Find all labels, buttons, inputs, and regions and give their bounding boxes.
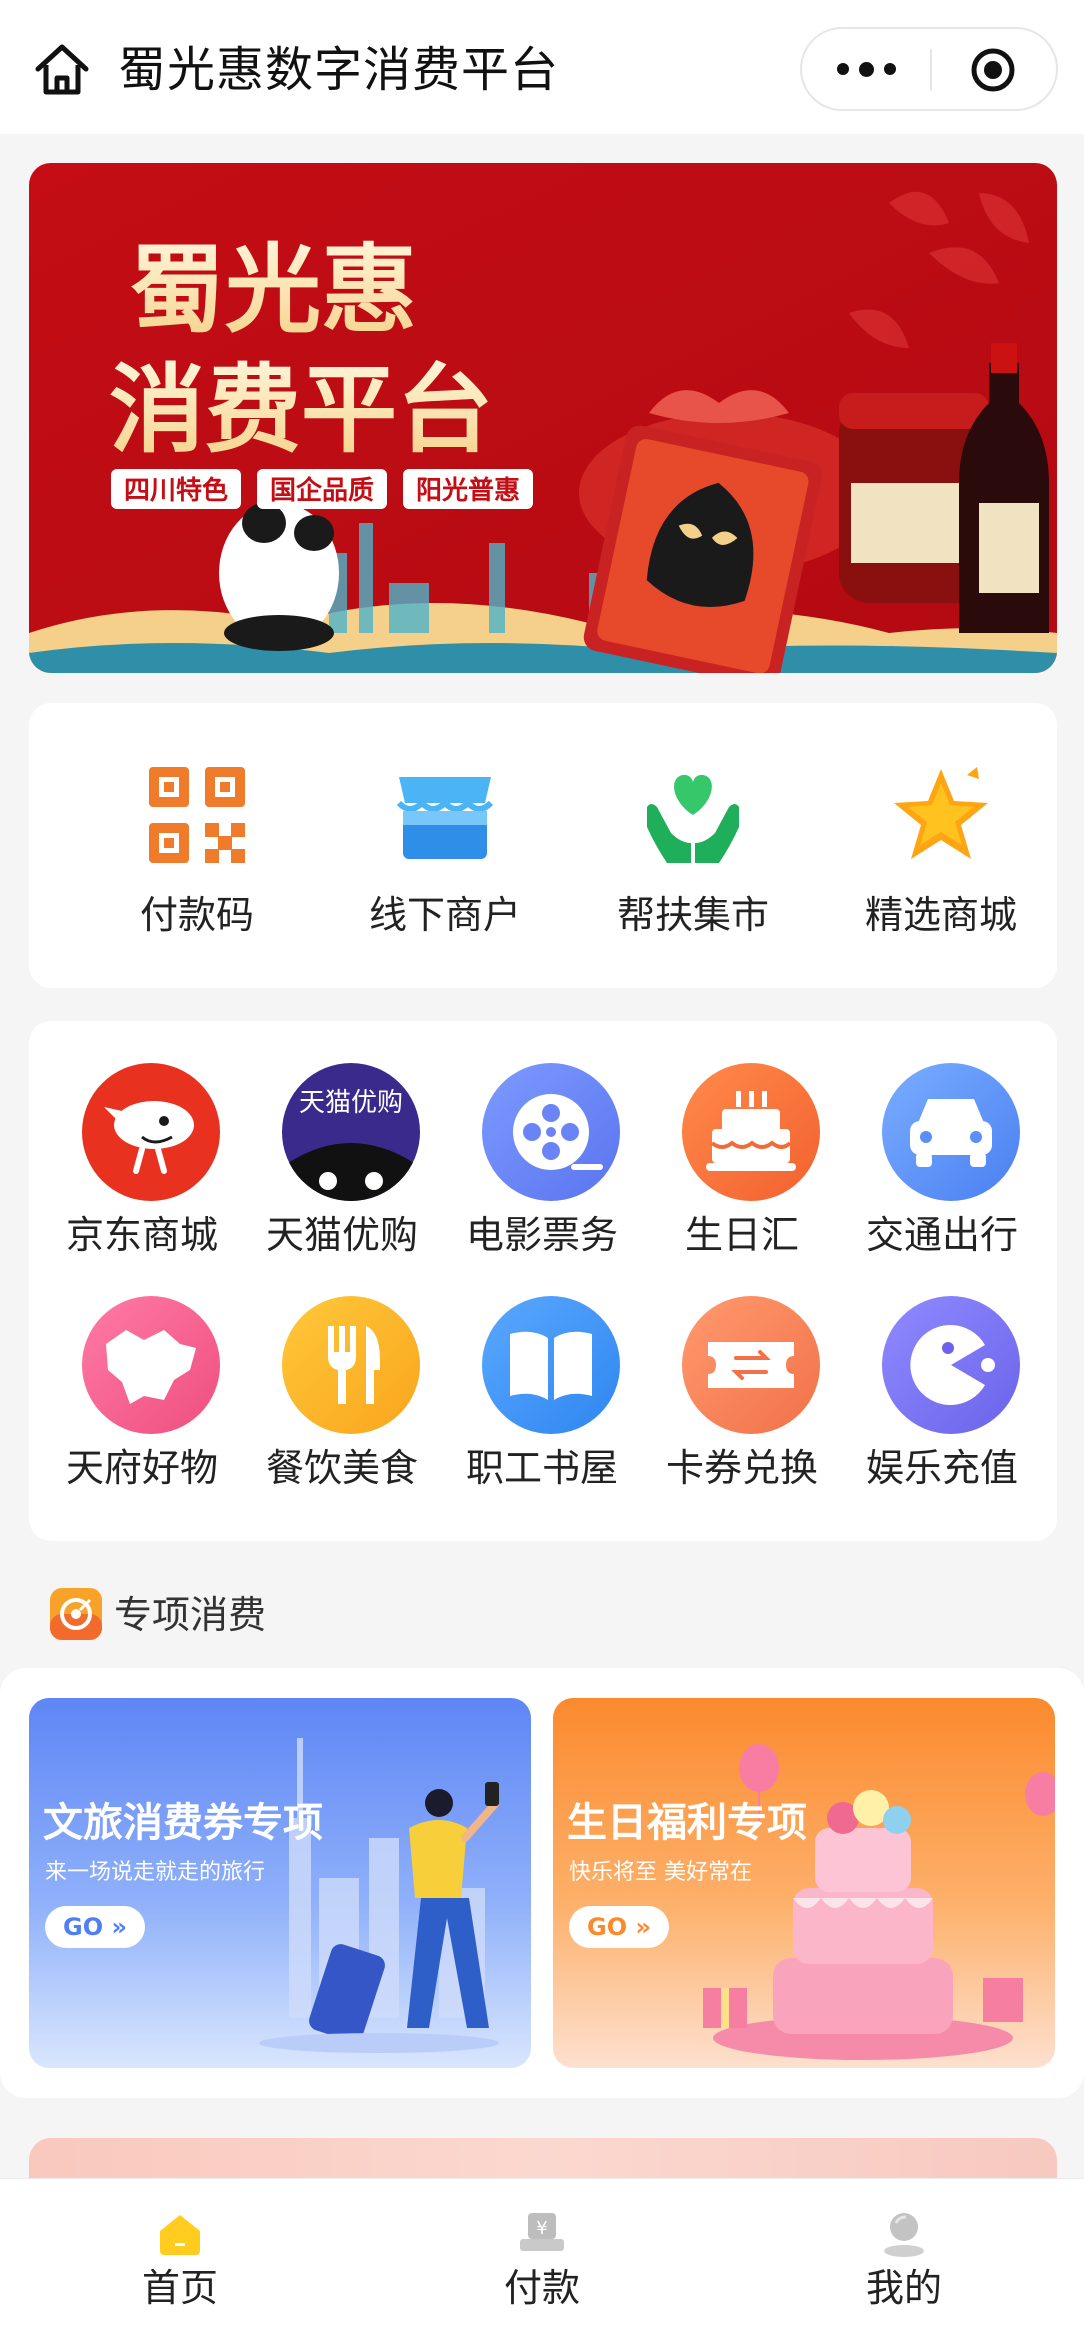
promo-subtitle: 来一场说走就走的旅行 xyxy=(45,1860,266,1885)
tab-payment[interactable]: ¥ 付款 xyxy=(442,2179,642,2326)
qrcode-icon xyxy=(149,767,245,863)
service-voucher-exchange[interactable]: 卡券兑换 xyxy=(637,1296,837,1516)
jd-dog-icon xyxy=(82,1063,220,1201)
promo-birthday-benefits[interactable]: 生日福利专项 快乐将至 美好常在 GO » xyxy=(553,1698,1055,2068)
miniapp-capsule xyxy=(800,27,1058,111)
tmall-cat-icon: 天猫优购 xyxy=(282,1063,420,1201)
home-icon[interactable] xyxy=(30,38,94,102)
service-label: 天猫优购 xyxy=(265,1213,418,1257)
promo-title: 文旅消费券专项 xyxy=(43,1800,323,1846)
service-label: 娱乐充值 xyxy=(865,1446,1018,1490)
section-title: 专项消费 xyxy=(114,1593,267,1637)
service-label: 天府好物 xyxy=(65,1446,218,1490)
quick-action-selected-mall[interactable]: 精选商城 xyxy=(816,763,1066,963)
service-label: 交通出行 xyxy=(865,1213,1018,1257)
banner-title-line1: 蜀光惠 xyxy=(129,234,417,346)
service-movie-tickets[interactable]: 电影票务 xyxy=(437,1063,637,1283)
storefront-icon xyxy=(396,777,494,859)
service-tmall[interactable]: 天猫优购 天猫优购 xyxy=(237,1063,437,1283)
capsule-divider xyxy=(930,49,932,91)
service-tianfu-goods[interactable]: 天府好物 xyxy=(37,1296,237,1516)
tab-label: 付款 xyxy=(503,2266,580,2310)
quick-action-label: 线下商户 xyxy=(368,893,521,937)
banner-tag-1: 四川特色 xyxy=(124,475,228,506)
page-title: 蜀光惠数字消费平台 xyxy=(118,42,560,98)
go-button[interactable]: GO » xyxy=(45,1906,145,1948)
tab-profile[interactable]: 我的 xyxy=(804,2179,1004,2326)
quick-action-payment-code[interactable]: 付款码 xyxy=(72,763,322,963)
quick-actions-card: 付款码 线下商户 帮扶集市 精选商城 xyxy=(29,703,1057,988)
hero-banner[interactable]: 蜀光惠 消费平台 四川特色 国企品质 阳光普惠 xyxy=(29,163,1057,673)
fork-knife-icon xyxy=(282,1296,420,1434)
service-entertainment-topup[interactable]: 娱乐充值 xyxy=(837,1296,1037,1516)
service-dining[interactable]: 餐饮美食 xyxy=(237,1296,437,1516)
tmall-icon-text: 天猫优购 xyxy=(299,1088,403,1118)
banner-tag-2: 国企品质 xyxy=(270,475,374,506)
close-miniapp-icon[interactable] xyxy=(970,47,1016,93)
service-birthday[interactable]: 生日汇 xyxy=(637,1063,837,1283)
more-icon[interactable] xyxy=(802,29,930,109)
special-consumption-card: 文旅消费券专项 来一场说走就走的旅行 GO » 生日福利专项 快乐将至 美好常在… xyxy=(0,1668,1084,2098)
tab-label: 我的 xyxy=(865,2266,942,2310)
top-bar: 蜀光惠数字消费平台 xyxy=(0,0,1084,134)
tab-home[interactable]: 首页 xyxy=(80,2179,280,2326)
target-icon xyxy=(50,1588,102,1640)
sichuan-map-icon xyxy=(82,1296,220,1434)
book-icon xyxy=(482,1296,620,1434)
ticket-exchange-icon xyxy=(682,1296,820,1434)
film-reel-icon xyxy=(482,1063,620,1201)
cake-icon xyxy=(682,1063,820,1201)
service-label: 职工书屋 xyxy=(465,1446,618,1490)
service-transport[interactable]: 交通出行 xyxy=(837,1063,1037,1283)
tab-label: 首页 xyxy=(141,2266,218,2310)
banner-title-line2: 消费平台 xyxy=(109,354,493,466)
promo-subtitle: 快乐将至 美好常在 xyxy=(569,1860,752,1885)
service-jd-mall[interactable]: 京东商城 xyxy=(37,1063,237,1283)
service-label: 电影票务 xyxy=(465,1213,618,1257)
svg-text:¥: ¥ xyxy=(536,2218,547,2239)
service-label: 京东商城 xyxy=(65,1213,218,1257)
go-button[interactable]: GO » xyxy=(569,1906,669,1948)
quick-action-label: 付款码 xyxy=(139,893,254,937)
service-label: 生日汇 xyxy=(684,1213,799,1257)
profile-icon xyxy=(884,2213,924,2257)
services-card: 京东商城 天猫优购 天猫优购 电影票务 生日汇 交通出行 天府好物 餐饮美食 职… xyxy=(29,1021,1057,1541)
banner-art: 蜀光惠 消费平台 四川特色 国企品质 阳光普惠 xyxy=(29,163,1057,673)
bottom-tab-bar: 首页 ¥ 付款 我的 xyxy=(0,2178,1084,2326)
quick-action-offline-merchants[interactable]: 线下商户 xyxy=(320,763,570,963)
star-icon xyxy=(894,767,988,859)
quick-action-aid-market[interactable]: 帮扶集市 xyxy=(568,763,818,963)
game-icon xyxy=(882,1296,1020,1434)
home-icon xyxy=(160,2215,200,2255)
service-workers-bookstore[interactable]: 职工书屋 xyxy=(437,1296,637,1516)
promo-title: 生日福利专项 xyxy=(567,1800,807,1846)
service-label: 卡券兑换 xyxy=(665,1446,818,1490)
payment-icon: ¥ xyxy=(520,2213,564,2251)
car-icon xyxy=(882,1063,1020,1201)
banner-tag-3: 阳光普惠 xyxy=(416,475,520,506)
promo-cultural-tourism[interactable]: 文旅消费券专项 来一场说走就走的旅行 GO » xyxy=(29,1698,531,2068)
quick-action-label: 帮扶集市 xyxy=(616,893,769,937)
quick-action-label: 精选商城 xyxy=(864,893,1017,937)
heart-hands-icon xyxy=(647,774,739,863)
service-label: 餐饮美食 xyxy=(265,1446,418,1490)
